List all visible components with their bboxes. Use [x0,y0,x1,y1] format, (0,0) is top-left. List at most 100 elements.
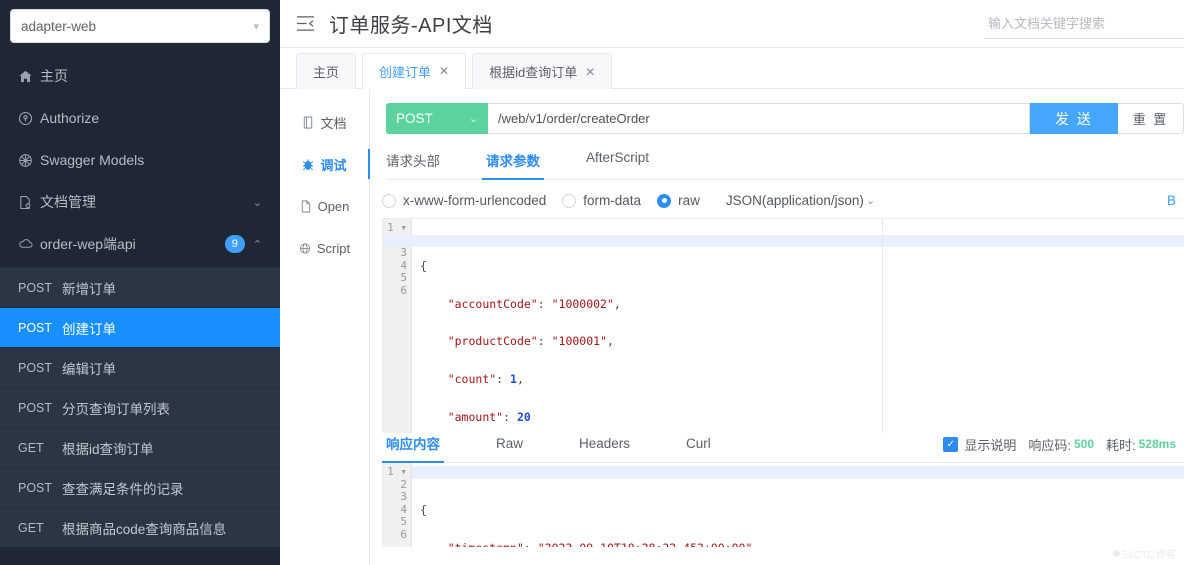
topbar-right [984,8,1184,39]
watermark-dot-icon [1112,550,1120,557]
tab-create-order[interactable]: 创建订单 ✕ [362,53,467,89]
api-list-item[interactable]: GET 根据id查询订单 [0,427,280,467]
vmenu-item-document[interactable]: 文档 [280,101,369,143]
vertical-menu: 文档 调试 Open Script [280,89,370,565]
api-name: 根据id查询订单 [62,441,154,457]
sidebar-item-label: order-wep端api [40,236,136,252]
api-name: 编辑订单 [62,361,116,377]
send-button-label: 发 送 [1055,110,1093,127]
response-tab-curl[interactable]: Curl [686,436,711,460]
tab-home[interactable]: 主页 [296,53,357,89]
menu-collapse-icon[interactable] [296,15,315,32]
api-list-item[interactable]: POST 编辑订单 [0,347,280,387]
sidebar-item-order-web-api[interactable]: order-wep端api 9 ⌃ [0,223,280,265]
vmenu-item-label: Script [316,240,351,256]
close-icon[interactable]: ✕ [439,64,449,78]
sidebar-item-label: Swagger Models [40,152,145,168]
code-line: { [420,502,427,517]
request-tab-label: AfterScript [586,150,650,165]
file-icon [300,199,312,213]
response-tab-raw[interactable]: Raw [496,436,523,460]
tab-label: 创建订单 [379,64,432,80]
show-description-checkbox[interactable]: ✓ [943,436,959,452]
code-line: "timestamp": "2023-09-10T18:28:32.453+00… [420,541,1184,547]
show-description-label: 显示说明 [964,437,1017,453]
radio-label: form-data [583,193,642,208]
sidebar-item-home[interactable]: 主页 [0,55,280,97]
request-editor-code[interactable]: { "accountCode": "1000002", "productCode… [412,219,1184,433]
http-method-select[interactable]: POST ⌄ [386,103,488,134]
radio-form-data[interactable]: form-data [562,193,641,208]
watermark: 51CTO博客 [1112,546,1176,561]
beautify-label: B [1166,193,1176,208]
beautify-button[interactable]: B [1167,193,1176,208]
search-input[interactable] [984,8,1184,39]
api-name: 分页查询订单列表 [62,401,170,417]
api-list: POST 新增订单 POST 创建订单 POST 编辑订单 POST 分页查询订… [0,267,280,547]
main-area: 订单服务-API文档 主页 创建订单 ✕ 根据id查询订单 ✕ [280,0,1184,565]
radio-x-www-form-urlencoded[interactable]: x-www-form-urlencoded [382,193,546,208]
send-button[interactable]: 发 送 [1030,103,1118,134]
radio-label: raw [678,193,700,208]
api-list-item[interactable]: POST 新增订单 [0,267,280,307]
code-line: "productCode": "100001", [447,334,614,349]
response-body-editor[interactable]: 1 ▾ 2 3 4 5 6 { "timestamp": "2023-09-10… [382,463,1184,547]
project-select[interactable]: adapter-web ▾ [10,9,270,43]
chevron-down-icon: ⌄ [468,113,478,125]
sidebar-item-swagger-models[interactable]: Swagger Models [0,139,280,181]
request-tab-label: 请求头部 [386,154,440,169]
app-root: adapter-web ▾ 主页 Authorize Swagger Model… [0,0,1184,565]
response-meta: ✓ 显示说明 响应码: 500 耗时: 528ms [943,435,1176,461]
sidebar-item-doc-management[interactable]: 文档管理 ⌄ [0,181,280,223]
topbar: 订单服务-API文档 [280,0,1184,48]
vmenu-item-script[interactable]: Script [280,227,369,269]
api-method: POST [18,400,53,415]
code-line: "accountCode": "1000002", [447,296,621,311]
api-list-item[interactable]: POST 查查满足条件的记录 [0,467,280,507]
response-tab-headers[interactable]: Headers [579,436,630,460]
body-type-radio-group: x-www-form-urlencoded form-data raw JSON… [382,193,1184,208]
api-name: 查查满足条件的记录 [62,481,184,497]
content-type-value: JSON(application/json) [725,193,864,208]
request-tab-afterscript[interactable]: AfterScript [586,150,649,179]
reset-button[interactable]: 重 置 [1118,103,1184,134]
api-method: POST [18,320,53,335]
response-tab-body[interactable]: 响应内容 [382,433,444,463]
api-list-item[interactable]: POST 创建订单 [0,307,280,347]
chevron-up-icon: ⌃ [252,238,262,251]
script-icon [299,242,311,255]
sidebar-item-label: 文档管理 [40,194,96,210]
api-list-item[interactable]: GET 根据商品code查询商品信息 [0,507,280,547]
models-icon [18,153,40,168]
request-body-editor[interactable]: 1 ▾ 2 3 4 5 6 { "accountCode": "1000002"… [382,218,1184,433]
code-line: { [420,258,427,273]
api-count-badge: 9 [224,235,245,253]
request-tab-headers[interactable]: 请求头部 [386,150,440,179]
reset-button-label: 重 置 [1132,112,1169,127]
content-type-select[interactable]: JSON(application/json) ⌄ [726,193,875,208]
content: 文档 调试 Open Script POST ⌄ /web/v1/order/c… [280,89,1184,565]
sidebar-item-authorize[interactable]: Authorize [0,97,280,139]
chevron-down-icon: ⌄ [865,195,876,207]
api-method: POST [18,280,53,295]
print-margin [882,219,883,433]
vmenu-item-open[interactable]: Open [280,185,369,227]
status-code-label: 响应码: [1028,437,1071,453]
response-tabs: 响应内容 Raw Headers Curl ✓ 显示说明 响应码: 500 耗时… [382,433,1184,463]
api-list-item[interactable]: POST 分页查询订单列表 [0,387,280,427]
tab-query-order-by-id[interactable]: 根据id查询订单 ✕ [472,53,613,89]
api-method: POST [18,480,53,495]
request-tabs: 请求头部 请求参数 AfterScript [386,150,1184,180]
response-editor-code[interactable]: { "timestamp": "2023-09-10T18:28:32.453+… [412,463,1184,547]
radio-raw[interactable]: raw [657,193,700,208]
status-code-value: 500 [1073,437,1094,451]
response-tab-label: Raw [496,435,524,451]
close-icon[interactable]: ✕ [585,65,595,79]
elapsed-time-value: 528ms [1138,437,1176,451]
request-url-input[interactable] [488,103,1030,134]
chevron-down-icon: ▾ [253,20,259,33]
vmenu-item-debug[interactable]: 调试 [280,143,370,185]
tab-label: 主页 [313,65,340,80]
line-number: 6 [400,283,407,297]
request-tab-params[interactable]: 请求参数 [482,150,544,180]
